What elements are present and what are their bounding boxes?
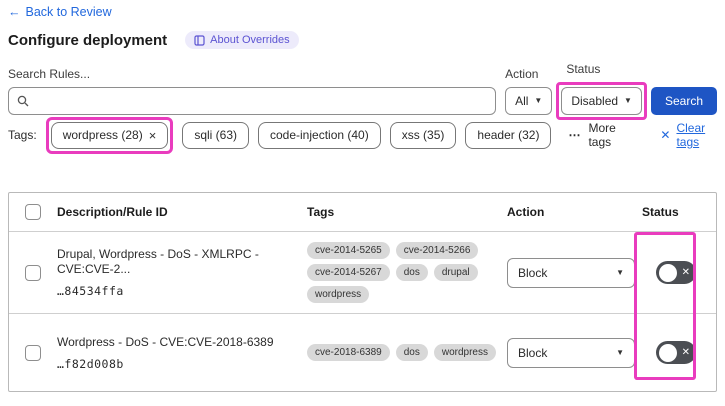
rule-description: Drupal, Wordpress - DoS - XMLRPC - CVE:C… (57, 247, 259, 276)
more-tags-button[interactable]: ⋯ More tags (568, 121, 635, 149)
toggle-knob (659, 263, 677, 282)
search-rules-label: Search Rules... (8, 67, 91, 81)
rule-description: Wordpress - DoS - CVE:CVE-2018-6389 (57, 334, 274, 349)
configure-deployment-page: ← Back to Review Configure deployment Ab… (0, 0, 725, 406)
action-filter-value: All (515, 94, 529, 108)
back-to-review-link[interactable]: ← Back to Review (8, 5, 112, 19)
column-header-description: Description/Rule ID (57, 205, 168, 219)
rule-tag: cve-2014-5267 (307, 264, 390, 281)
close-icon: ✕ (660, 128, 671, 142)
tags-label: Tags: (8, 128, 37, 142)
action-filter-dropdown[interactable]: All ▼ (505, 87, 553, 115)
status-filter-dropdown[interactable]: Disabled ▼ (561, 87, 642, 115)
rule-tag: cve-2018-6389 (307, 344, 390, 361)
book-icon (194, 34, 205, 46)
status-toggle[interactable]: ✕ (656, 261, 696, 284)
rule-tag: wordpress (307, 286, 370, 303)
search-input-container (8, 87, 497, 115)
rule-tags: cve-2014-5265 cve-2014-5266 cve-2014-526… (307, 242, 507, 303)
about-overrides-label: About Overrides (210, 34, 290, 46)
rule-id: …f82d008b (57, 356, 124, 371)
action-select[interactable]: Block ▼ (507, 337, 635, 368)
action-select-value: Block (518, 265, 548, 280)
rule-tag: wordpress (433, 344, 496, 361)
column-header-status: Status (642, 205, 679, 219)
status-toggle[interactable]: ✕ (656, 341, 696, 364)
tag-filter-sqli[interactable]: sqli (63) (182, 121, 249, 149)
status-filter-label: Status (566, 62, 601, 76)
rule-tag: cve-2014-5265 (307, 242, 390, 259)
table-row: Drupal, Wordpress - DoS - XMLRPC - CVE:C… (9, 231, 716, 313)
column-header-tags: Tags (307, 205, 335, 219)
chevron-down-icon: ▼ (616, 267, 624, 277)
ellipsis-icon: ⋯ (568, 128, 582, 142)
rules-table: Description/Rule ID Tags Action Status D… (8, 192, 717, 392)
table-row: Wordpress - DoS - CVE:CVE-2018-6389 …f82… (9, 313, 716, 391)
page-title: Configure deployment (8, 31, 168, 49)
about-overrides-badge[interactable]: About Overrides (185, 31, 299, 49)
column-header-action: Action (507, 205, 545, 219)
search-input[interactable] (35, 94, 488, 108)
tag-filter-wordpress[interactable]: wordpress (28) × (50, 121, 169, 149)
tag-filter-header[interactable]: header (32) (465, 121, 552, 149)
toggle-off-icon: ✕ (681, 266, 690, 278)
status-filter-value: Disabled (571, 94, 619, 108)
row-checkbox[interactable] (25, 344, 41, 361)
toggle-knob (659, 343, 677, 362)
tag-filter-label: wordpress (28) (62, 128, 143, 142)
back-link-label: Back to Review (25, 5, 112, 19)
rule-id: …84534ffa (57, 284, 124, 298)
tag-filter-code-injection[interactable]: code-injection (40) (258, 121, 381, 149)
action-select[interactable]: Block ▼ (507, 257, 635, 288)
action-select-value: Block (518, 345, 548, 360)
clear-tags-button[interactable]: ✕ Clear tags (660, 121, 725, 149)
select-all-checkbox[interactable] (25, 204, 41, 220)
search-button[interactable]: Search (650, 87, 717, 115)
tag-filter-xss[interactable]: xss (35) (389, 121, 457, 149)
row-checkbox[interactable] (25, 264, 41, 281)
rule-tag: drupal (433, 264, 478, 281)
chevron-down-icon: ▼ (624, 96, 632, 105)
chevron-down-icon: ▼ (534, 96, 543, 105)
back-arrow-icon: ← (8, 5, 21, 19)
clear-tags-label: Clear tags (676, 121, 706, 149)
remove-tag-icon[interactable]: × (149, 128, 157, 143)
chevron-down-icon: ▼ (616, 347, 624, 357)
highlight-selected-tag: wordpress (28) × (45, 116, 174, 154)
rule-tag: cve-2014-5266 (395, 242, 479, 259)
action-filter-label: Action (505, 67, 539, 81)
toggle-off-icon: ✕ (681, 346, 690, 358)
highlight-status-filter: Disabled ▼ (556, 82, 647, 120)
table-header-row: Description/Rule ID Tags Action Status (9, 193, 716, 231)
rule-tag: dos (395, 264, 428, 281)
rule-tags: cve-2018-6389 dos wordpress (307, 344, 507, 361)
more-tags-label: More tags (588, 121, 616, 149)
search-icon (17, 95, 29, 107)
rule-tag: dos (395, 344, 428, 361)
